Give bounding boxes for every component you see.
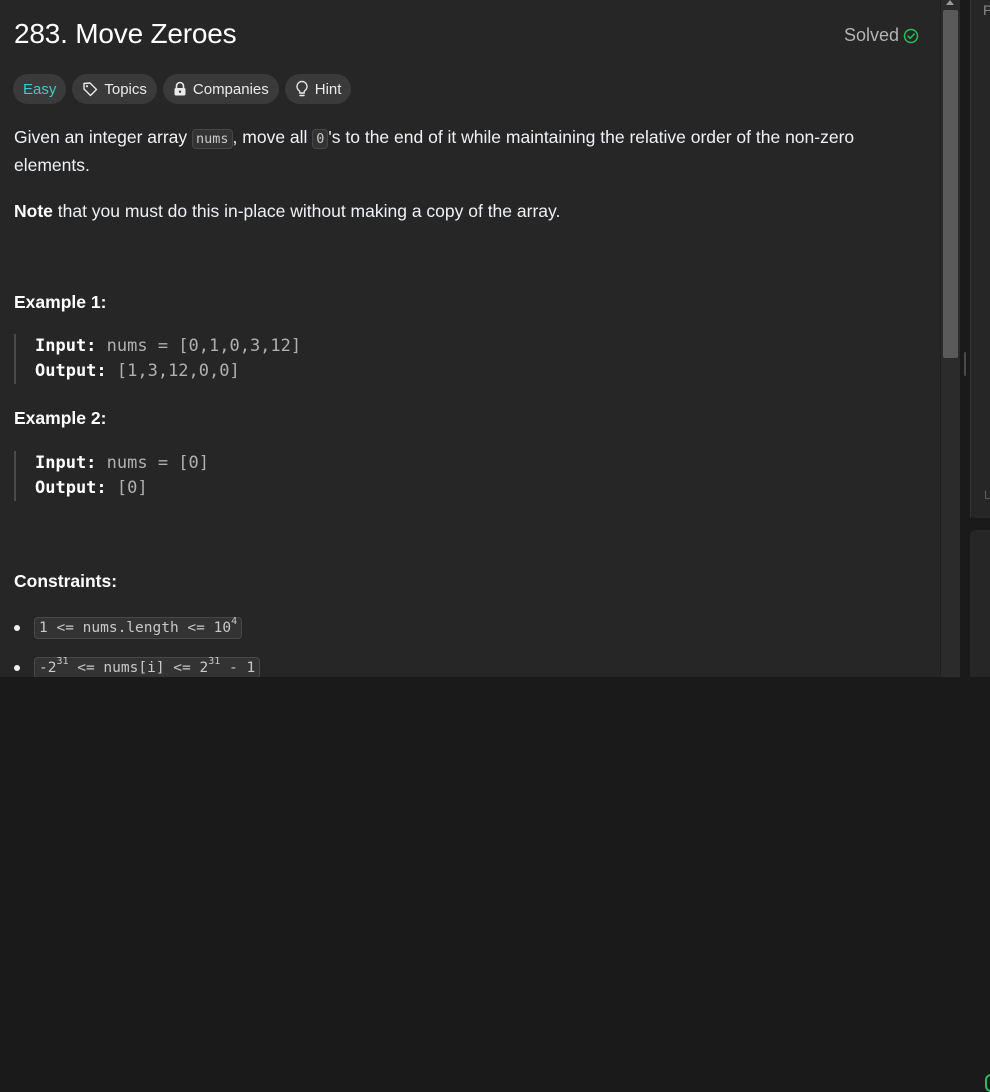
constraint-text: -2 bbox=[39, 660, 57, 676]
constraint-1: 1 <= nums.length <= 104 bbox=[34, 616, 243, 639]
lightbulb-icon bbox=[295, 80, 309, 98]
description-text: Given an integer array bbox=[14, 127, 193, 147]
topics-label: Topics bbox=[104, 80, 147, 98]
note-text: that you must do this in-place without m… bbox=[52, 201, 561, 221]
bullet-dot bbox=[14, 625, 20, 631]
example-2-title: Example 2: bbox=[14, 408, 107, 428]
example-1-block: Input: nums = [0,1,0,3,12] Output: [1,3,… bbox=[14, 334, 301, 384]
companies-button[interactable]: Companies bbox=[162, 74, 279, 104]
input-value: nums = [0] bbox=[96, 453, 210, 473]
example-2-block: Input: nums = [0] Output: [0] bbox=[14, 451, 209, 501]
hint-button[interactable]: Hint bbox=[284, 74, 352, 104]
editor-status-text: L bbox=[984, 488, 990, 502]
constraint-2: -231 <= nums[i] <= 231 - 1 bbox=[34, 656, 261, 677]
vertical-scrollbar[interactable] bbox=[940, 0, 960, 677]
scroll-up-arrow-icon[interactable] bbox=[946, 0, 954, 5]
testcase-panel bbox=[970, 530, 990, 1092]
inline-code-nums: nums bbox=[192, 129, 233, 149]
constraint-text: <= nums[i] <= 2 bbox=[68, 660, 209, 676]
companies-label: Companies bbox=[192, 80, 269, 98]
tag-icon bbox=[82, 81, 98, 97]
input-label: Input: bbox=[35, 453, 97, 473]
topics-button[interactable]: Topics bbox=[72, 74, 157, 104]
input-label: Input: bbox=[35, 336, 97, 356]
constraints-title: Constraints: bbox=[14, 571, 118, 591]
scrollbar-thumb[interactable] bbox=[943, 10, 958, 358]
description-panel: 283. Move Zeroes Solved Easy Topics Comp… bbox=[0, 0, 940, 677]
problem-note: Note that you must do this in-place with… bbox=[14, 198, 560, 224]
example-1-title: Example 1: bbox=[14, 292, 107, 312]
output-value: [1,3,12,0,0] bbox=[106, 361, 240, 381]
constraint-text: 1 <= nums.length <= 10 bbox=[39, 620, 232, 636]
inline-code-zero: 0 bbox=[312, 129, 329, 149]
output-label: Output: bbox=[35, 478, 107, 498]
difficulty-badge: Easy bbox=[13, 74, 67, 104]
lock-icon bbox=[173, 81, 187, 97]
panel-resize-gutter[interactable] bbox=[960, 0, 970, 677]
constraint-text: - 1 bbox=[220, 660, 256, 676]
output-label: Output: bbox=[35, 361, 107, 381]
check-circle-icon bbox=[903, 28, 919, 44]
hint-label: Hint bbox=[314, 80, 342, 98]
constraint-sup: 31 bbox=[56, 656, 69, 667]
solved-status: Solved bbox=[844, 25, 919, 46]
tag-row: Easy Topics Companies Hint bbox=[13, 74, 352, 104]
problem-description: Given an integer array nums, move all 0 '… bbox=[14, 124, 894, 178]
note-label: Note bbox=[14, 201, 53, 221]
solved-label: Solved bbox=[844, 25, 900, 45]
editor-header-text: P bbox=[983, 2, 990, 18]
testcase-icon bbox=[985, 1074, 990, 1092]
constraint-sup: 4 bbox=[231, 616, 238, 627]
panel-divider bbox=[970, 0, 971, 518]
input-value: nums = [0,1,0,3,12] bbox=[96, 336, 302, 356]
bullet-dot bbox=[14, 665, 20, 671]
constraint-sup: 31 bbox=[208, 656, 221, 667]
output-value: [0] bbox=[106, 478, 148, 498]
problem-title: 283. Move Zeroes bbox=[14, 18, 237, 49]
description-text: , move all bbox=[232, 127, 313, 147]
code-editor-panel: P L bbox=[970, 0, 990, 518]
resize-handle[interactable] bbox=[964, 352, 966, 376]
difficulty-label: Easy bbox=[23, 80, 57, 98]
